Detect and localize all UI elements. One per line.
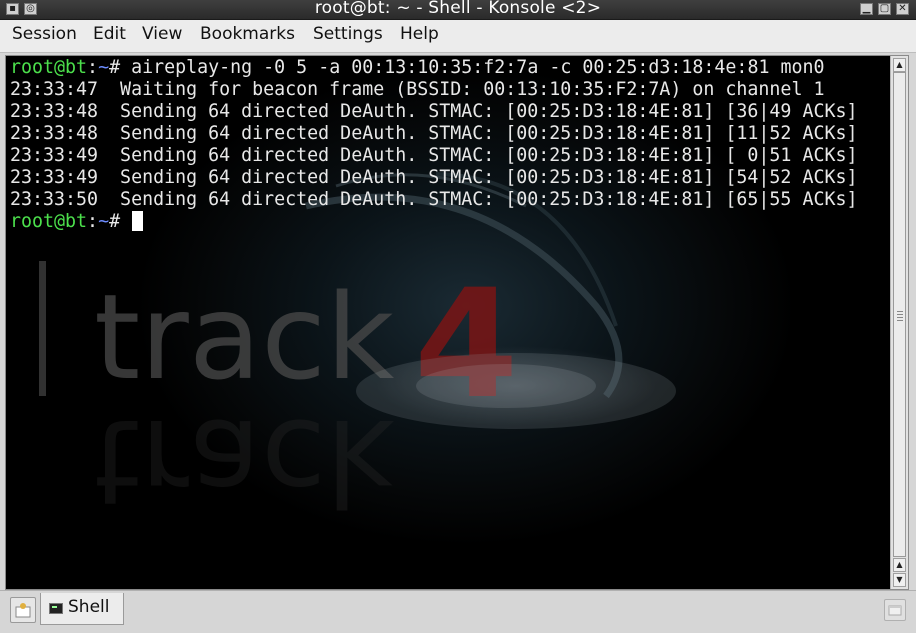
scroll-up-arrow-icon[interactable]: ▲	[893, 58, 906, 72]
scroll-down-arrow-icon[interactable]: ▼	[893, 573, 906, 587]
menu-view[interactable]: View	[140, 24, 184, 44]
prompt-user: root@bt	[10, 57, 88, 78]
output-line: 23:33:49 Sending 64 directed DeAuth. STM…	[10, 145, 858, 166]
new-tab-button[interactable]	[10, 597, 36, 623]
close-tab-button[interactable]	[884, 599, 906, 621]
scrollbar-thumb[interactable]	[893, 72, 906, 557]
output-line: 23:33:48 Sending 64 directed DeAuth. STM…	[10, 101, 858, 122]
tab-shell[interactable]: Shell	[40, 593, 124, 625]
title-bar[interactable]: ▪ ◎ root@bt: ~ - Shell - Konsole <2> ▁ ▢…	[0, 0, 916, 20]
output-line: 23:33:48 Sending 64 directed DeAuth. STM…	[10, 123, 858, 144]
text-cursor	[132, 211, 144, 231]
minimize-button[interactable]: ▁	[860, 3, 873, 15]
terminal-icon	[49, 603, 63, 614]
prompt-separator: :	[87, 57, 99, 78]
menu-help[interactable]: Help	[398, 24, 441, 44]
menu-bar: Session Edit View Bookmarks Settings Hel…	[0, 20, 916, 53]
close-button[interactable]: ✕	[896, 3, 909, 15]
prompt-suffix: #	[109, 57, 132, 78]
window-title: root@bt: ~ - Shell - Konsole <2>	[314, 0, 602, 18]
menu-edit[interactable]: Edit	[91, 24, 128, 44]
output-line: 23:33:47 Waiting for beacon frame (BSSID…	[10, 79, 825, 100]
tab-bar: Shell	[0, 590, 916, 633]
output-line: 23:33:50 Sending 64 directed DeAuth. STM…	[10, 189, 858, 210]
close-tab-icon	[888, 605, 902, 616]
wallpaper-track-reflection: track	[94, 393, 394, 531]
tab-label: Shell	[68, 597, 110, 617]
prompt-path: ~	[98, 57, 110, 78]
terminal-scrollbar[interactable]: ▲ ▲ ▼	[890, 56, 908, 589]
command-line: root@bt:~# aireplay-ng -0 5 -a 00:13:10:…	[10, 57, 857, 79]
command-text: aireplay-ng -0 5 -a 00:13:10:35:f2:7a -c…	[131, 57, 825, 78]
scrollbar-grip-icon	[897, 311, 903, 321]
current-prompt-line[interactable]: root@bt:~#	[10, 211, 857, 233]
new-tab-icon	[15, 603, 31, 618]
prompt-user: root@bt	[10, 211, 88, 232]
menu-settings[interactable]: Settings	[311, 24, 385, 44]
output-line: 23:33:49 Sending 64 directed DeAuth. STM…	[10, 167, 858, 188]
wallpaper-track-text: track	[94, 268, 394, 406]
terminal-output: root@bt:~# aireplay-ng -0 5 -a 00:13:10:…	[10, 57, 857, 233]
terminal-view[interactable]: track track 4 root@bt:~# aireplay-ng -0 …	[6, 56, 890, 589]
prompt-path: ~	[98, 211, 110, 232]
scroll-up-arrow-icon[interactable]: ▲	[893, 558, 906, 572]
menu-session[interactable]: Session	[10, 24, 79, 44]
prompt-separator: :	[87, 211, 99, 232]
prompt-suffix: #	[109, 211, 132, 232]
menu-bookmarks[interactable]: Bookmarks	[198, 24, 297, 44]
maximize-button[interactable]: ▢	[878, 3, 891, 15]
